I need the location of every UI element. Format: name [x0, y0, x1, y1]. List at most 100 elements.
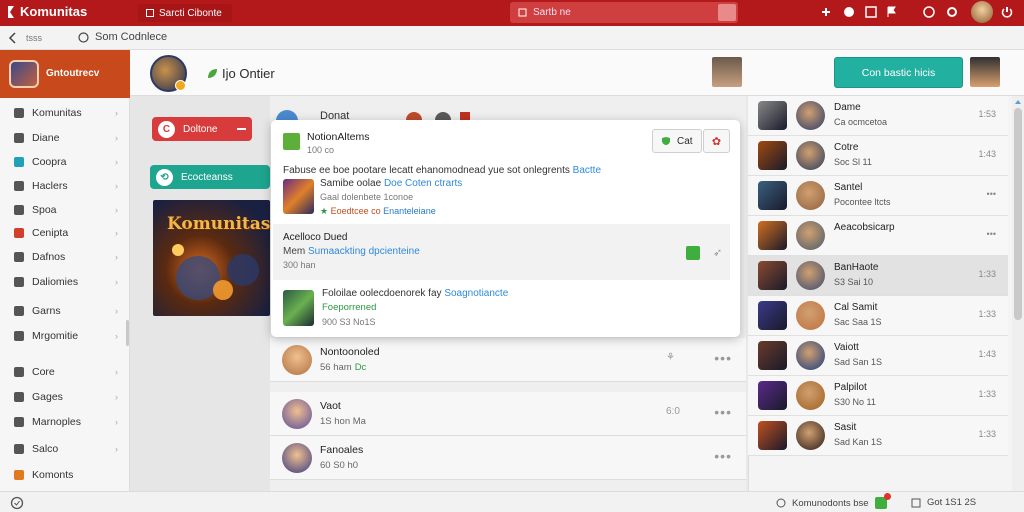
- right-list-row[interactable]: Santel Pocontee ltcts •••: [748, 176, 1008, 216]
- teal-pill-button[interactable]: ⟲ Ecocteanss: [150, 165, 270, 189]
- breadcrumb[interactable]: Som Codnlece: [78, 31, 167, 43]
- sidebar-item-12[interactable]: Marnoples ›: [0, 411, 130, 433]
- item2-link[interactable]: Sumaackting dpcienteine: [308, 246, 420, 257]
- popup-selected-item[interactable]: Acelloco Dued Mem Sumaackting dpcientein…: [273, 224, 730, 280]
- item3-link[interactable]: Soagnotiancte: [444, 288, 508, 299]
- center-row[interactable]: Fanoales 60 S0 h0 •••: [270, 436, 746, 480]
- sidebar-item-7[interactable]: Daliomies ›: [0, 271, 130, 293]
- sidebar-item-4[interactable]: Spoa ›: [0, 199, 130, 221]
- chevron-right-icon: ›: [115, 444, 118, 454]
- teal-pill-icon: ⟲: [156, 168, 173, 186]
- center-row[interactable]: Vaot 1S hon Ma 6:0 •••: [270, 392, 746, 436]
- search-submit-button[interactable]: [718, 4, 736, 21]
- header-tab[interactable]: Sarcti Cibonte: [138, 4, 232, 22]
- sidebar-item-0[interactable]: Komunitas ›: [0, 102, 130, 124]
- sidebar-item-2[interactable]: Coopra ›: [0, 151, 130, 173]
- item1-link[interactable]: Doe Coten ctrarts: [384, 178, 462, 189]
- bell-icon[interactable]: [842, 5, 856, 19]
- status-group-2[interactable]: Got 1S1 2S: [911, 497, 976, 508]
- sidebar-item-5[interactable]: Cenipta ›: [0, 222, 130, 244]
- community-avatar[interactable]: [150, 55, 187, 92]
- power-icon[interactable]: [1000, 5, 1014, 19]
- row-title-text: Fanoales: [320, 444, 364, 456]
- row-thumbnail: [758, 261, 787, 290]
- row-mid-icon[interactable]: ⚘: [666, 352, 675, 363]
- main-scrollbar[interactable]: [1012, 96, 1024, 496]
- member-avatar-2[interactable]: [970, 57, 1000, 87]
- sidebar-item-9[interactable]: Mrgomitie ›: [0, 325, 130, 347]
- more-options-icon[interactable]: •••: [714, 350, 732, 366]
- sidebar-item-13[interactable]: Salco ›: [0, 438, 130, 460]
- sidebar-item-icon: [14, 392, 24, 402]
- notification-badge-icon[interactable]: [874, 493, 891, 509]
- item1-thumbnail[interactable]: [283, 179, 314, 214]
- sidebar-item-1[interactable]: Diane ›: [0, 127, 130, 149]
- right-list-row[interactable]: Aeacobsicarp •••: [748, 216, 1008, 256]
- sidebar-item-icon: [14, 331, 24, 341]
- description-text: Fabuse ee boe pootare lecatt ehanomodnea…: [283, 165, 570, 176]
- minus-icon: [237, 128, 246, 130]
- red-pill-button[interactable]: C Doltone: [152, 117, 252, 141]
- popup-cat-button[interactable]: Cat: [652, 129, 702, 153]
- sidebar-profile[interactable]: Gntoutrecv: [0, 50, 130, 98]
- row-thumbnail: [758, 101, 787, 130]
- green-badge-icon[interactable]: [686, 246, 700, 260]
- more-options-icon[interactable]: •••: [714, 448, 732, 464]
- sidebar-scrollbar[interactable]: [126, 320, 129, 346]
- item2-sub: 300 han: [283, 260, 316, 270]
- sidebar-item-label: Core: [32, 366, 55, 378]
- app-logo[interactable]: Komunitas: [6, 4, 87, 19]
- grid-icon[interactable]: [819, 5, 833, 19]
- right-list-row[interactable]: Palpilot S30 No 11 1:33: [748, 376, 1008, 416]
- sidebar-item-label: Daliomies: [32, 276, 79, 288]
- right-list-row[interactable]: BanHaote S3 Sai 10 1:33: [748, 256, 1008, 296]
- calendar-icon[interactable]: [864, 5, 878, 19]
- member-avatar[interactable]: [712, 57, 742, 87]
- sidebar-item-label: Garns: [32, 305, 61, 317]
- row-thumbnail: [758, 381, 787, 410]
- right-list-row[interactable]: Cotre Soc Sl 11 1:43: [748, 136, 1008, 176]
- item3-thumbnail[interactable]: [283, 290, 314, 326]
- cta-button[interactable]: Con bastic hicis: [834, 57, 963, 88]
- popup-action-button[interactable]: ✿: [703, 129, 730, 153]
- user-avatar[interactable]: [971, 1, 993, 23]
- community-banner[interactable]: Komunitas: [153, 200, 270, 316]
- chevron-right-icon: ›: [115, 205, 118, 215]
- description-link[interactable]: Bactte: [573, 165, 601, 176]
- flag-icon[interactable]: [885, 5, 899, 19]
- sidebar-item-14[interactable]: Komonts: [0, 464, 130, 486]
- item3-sub: Foeporrened: [322, 302, 377, 313]
- gear-icon[interactable]: [945, 5, 959, 19]
- row-sub: Pocontee ltcts: [834, 197, 891, 207]
- sidebar-item-11[interactable]: Gages ›: [0, 386, 130, 408]
- chevron-right-icon: ›: [115, 252, 118, 262]
- row-mid-icon[interactable]: 6:0: [666, 406, 680, 417]
- sidebar-item-3[interactable]: Haclers ›: [0, 175, 130, 197]
- more-options-icon[interactable]: •••: [714, 404, 732, 420]
- item3-title-text: Foloilae oolecdoenorek fay: [322, 288, 442, 299]
- more-options-icon[interactable]: •••: [987, 189, 996, 199]
- status-icon[interactable]: [10, 496, 24, 510]
- right-list-row[interactable]: Vaiott Sad San 1S 1:43: [748, 336, 1008, 376]
- sidebar-item-8[interactable]: Garns ›: [0, 300, 130, 322]
- row-time: 1:33: [978, 269, 996, 279]
- center-row[interactable]: Nontoonoled 56 ham Dc ⚘ •••: [270, 338, 746, 382]
- right-list-row[interactable]: Cal Samit Sac Saa 1S 1:33: [748, 296, 1008, 336]
- status-group-1[interactable]: Komunodonts bse: [776, 493, 891, 509]
- row-avatar: [282, 399, 312, 429]
- search-box[interactable]: Sartb ne: [510, 2, 738, 23]
- red-pill-label: Doltone: [183, 123, 218, 135]
- sidebar-item-10[interactable]: Core ›: [0, 361, 130, 383]
- more-options-icon[interactable]: •••: [987, 229, 996, 239]
- send-icon[interactable]: ➶: [713, 246, 722, 259]
- right-list-row[interactable]: Sasit Sad Kan 1S 1:33: [748, 416, 1008, 456]
- row-time: 1:33: [978, 389, 996, 399]
- scrollbar-thumb[interactable]: [1014, 108, 1022, 320]
- row-sub-text: 1S hon Ma: [320, 416, 366, 427]
- back-arrow-icon[interactable]: [8, 32, 18, 44]
- scroll-up-icon[interactable]: [1012, 98, 1024, 106]
- leaf-icon: [208, 69, 217, 78]
- clock-icon[interactable]: [922, 5, 936, 19]
- sidebar-item-6[interactable]: Dafnos ›: [0, 246, 130, 268]
- right-list-row[interactable]: Dame Ca ocmcetoa 1:53: [748, 96, 1008, 136]
